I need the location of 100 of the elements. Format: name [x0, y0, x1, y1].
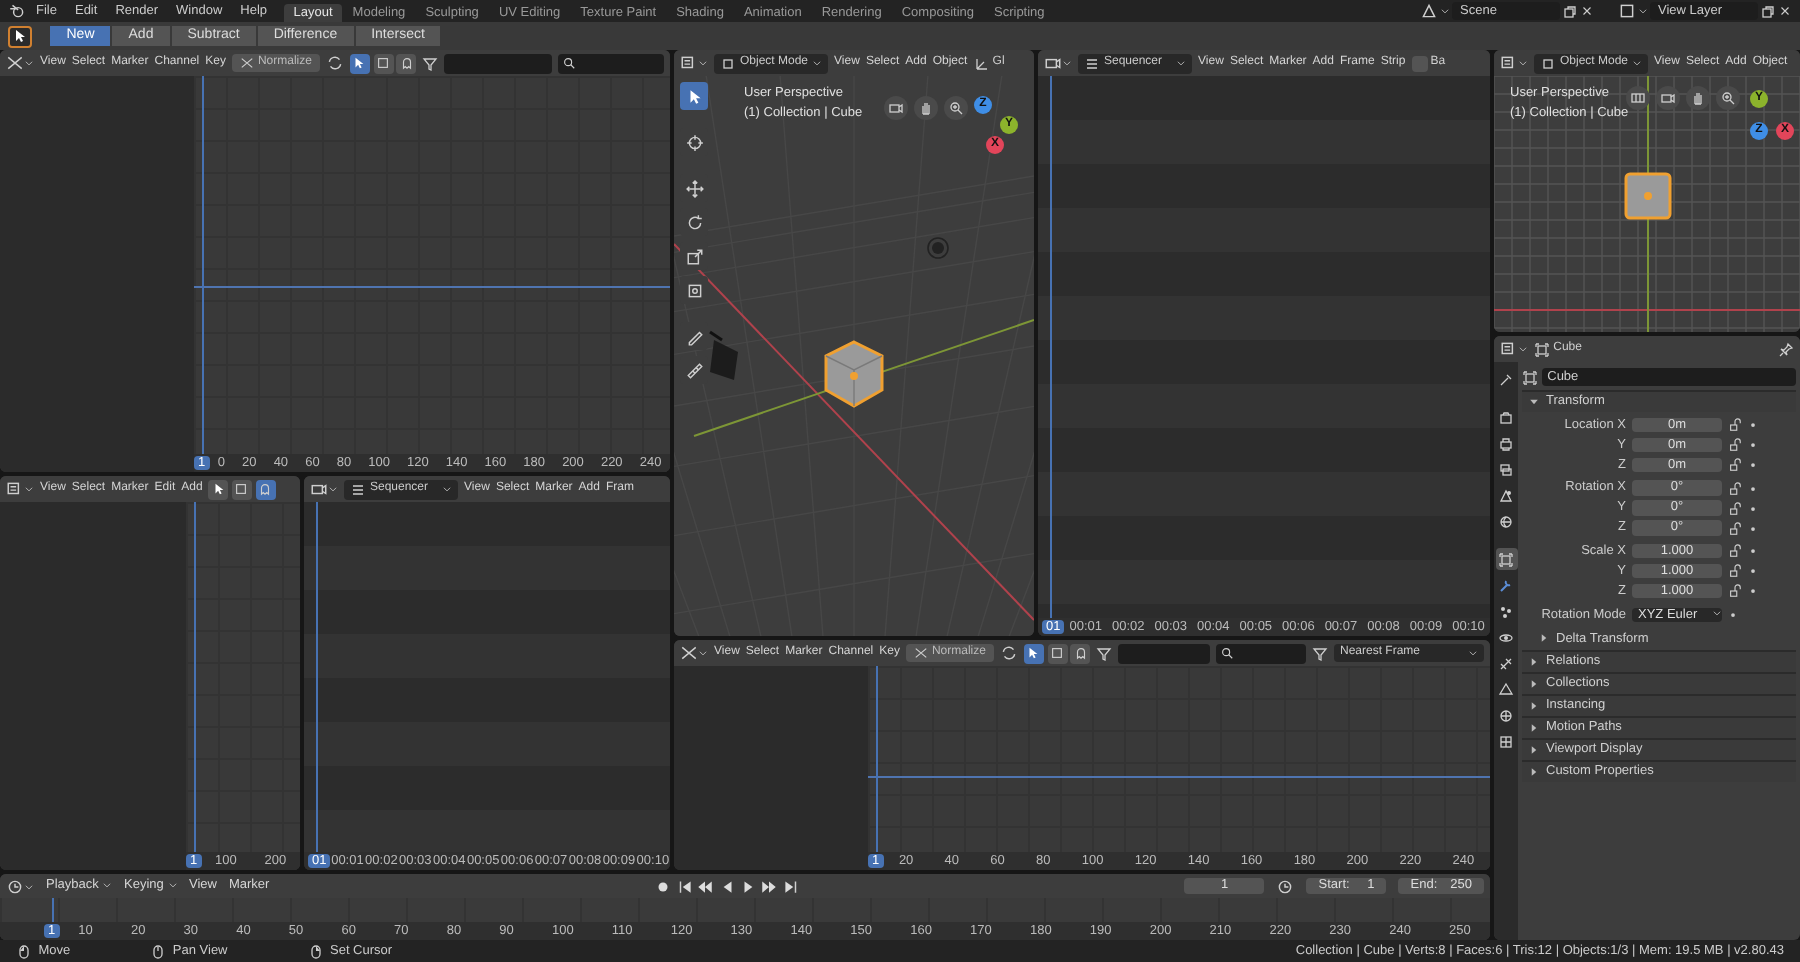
- pin-icon[interactable]: [1778, 341, 1794, 357]
- editor-type-button[interactable]: [680, 644, 708, 662]
- tool-button[interactable]: [680, 82, 708, 110]
- keyframe-dot-icon[interactable]: [1748, 439, 1758, 450]
- search-field[interactable]: [557, 53, 664, 73]
- lock-icon[interactable]: [1728, 457, 1742, 472]
- search-icon: [1219, 646, 1234, 660]
- keyframe-dot-icon[interactable]: [1748, 419, 1758, 430]
- close-icon[interactable]: [1580, 4, 1594, 18]
- lock-icon[interactable]: [1728, 481, 1742, 496]
- transform-icon: [685, 281, 703, 299]
- new-view-layer-icon[interactable]: [1760, 3, 1776, 19]
- scene-icon[interactable]: [1420, 2, 1438, 20]
- keyframe-dot-icon[interactable]: [1748, 546, 1758, 557]
- caret-icon: [167, 880, 177, 891]
- editor-type-button[interactable]: [1500, 340, 1528, 358]
- grid-icon: [1630, 90, 1646, 106]
- app-logo-icon[interactable]: [8, 2, 26, 20]
- editor-editor-icon: [1500, 54, 1518, 72]
- visible-icon: [234, 482, 249, 496]
- filter-icon[interactable]: [1096, 645, 1113, 661]
- filter-toggle[interactable]: [373, 53, 394, 73]
- editor-type-button[interactable]: [6, 54, 34, 72]
- keyframe-dot-icon[interactable]: [1728, 609, 1738, 620]
- close-icon[interactable]: [1778, 4, 1792, 18]
- cube-drawing[interactable]: [824, 340, 884, 408]
- lock-icon[interactable]: [1728, 584, 1742, 599]
- properties-tab[interactable]: [1495, 704, 1517, 726]
- filter-toggle[interactable]: [1070, 643, 1091, 663]
- filter-toggle[interactable]: [208, 479, 229, 499]
- caret-icon[interactable]: [1440, 6, 1450, 16]
- filter-icon[interactable]: [422, 55, 439, 71]
- filter-toggle[interactable]: [255, 479, 276, 499]
- keyframe-dot-icon[interactable]: [1748, 566, 1758, 577]
- properties-tab[interactable]: [1495, 406, 1517, 428]
- keyframe-dot-icon[interactable]: [1748, 503, 1758, 514]
- view-layer-icon[interactable]: [1618, 2, 1636, 20]
- properties-tab[interactable]: [1495, 678, 1517, 700]
- lock-icon[interactable]: [1728, 501, 1742, 516]
- editor-type-button[interactable]: [6, 877, 34, 895]
- camera-view-button[interactable]: [884, 96, 908, 120]
- hand-view-button[interactable]: [914, 96, 938, 120]
- keyframe-dot-icon[interactable]: [1748, 459, 1758, 470]
- keyframe-dot-icon[interactable]: [1748, 483, 1758, 494]
- filter-field[interactable]: [1118, 643, 1210, 663]
- editor-type-button[interactable]: [310, 480, 338, 498]
- filter-icon[interactable]: [1311, 645, 1328, 661]
- lock-icon[interactable]: [1728, 437, 1742, 452]
- filter-toggle[interactable]: [396, 53, 417, 73]
- properties-tab[interactable]: [1495, 458, 1517, 480]
- sync-icon[interactable]: [325, 54, 344, 72]
- hand-icon: [918, 100, 934, 116]
- clock-icon[interactable]: [1276, 877, 1295, 895]
- zoom-view-button[interactable]: [944, 96, 968, 120]
- zoom-view-button[interactable]: [1716, 86, 1740, 110]
- lock-icon[interactable]: [1728, 544, 1742, 559]
- orientation-icon: [973, 55, 990, 71]
- tool-button[interactable]: [680, 276, 708, 304]
- new-scene-icon[interactable]: [1562, 3, 1578, 19]
- jump-end-icon[interactable]: [781, 877, 800, 895]
- mouse-middle-icon: [150, 943, 167, 959]
- keyframe-dot-icon[interactable]: [1748, 523, 1758, 534]
- cube-drawing[interactable]: [1624, 172, 1672, 220]
- filter-toggle[interactable]: [1047, 643, 1068, 663]
- lock-icon[interactable]: [1728, 564, 1742, 579]
- hand-view-button[interactable]: [1686, 86, 1710, 110]
- record-icon[interactable]: [654, 877, 673, 895]
- properties-tab[interactable]: [1495, 432, 1517, 454]
- filter-toggle[interactable]: [1023, 643, 1044, 663]
- filter-toggle[interactable]: [231, 479, 252, 499]
- properties-tab[interactable]: [1495, 730, 1517, 752]
- filter-toggle[interactable]: [349, 53, 370, 73]
- lock-icon[interactable]: [1728, 521, 1742, 536]
- editor-type-button[interactable]: [1044, 54, 1072, 72]
- caret-icon[interactable]: [1638, 6, 1648, 16]
- object-data-icon[interactable]: [1522, 369, 1538, 386]
- properties-tab[interactable]: [1495, 510, 1517, 532]
- filter-field[interactable]: [444, 53, 552, 73]
- object-icon: [1534, 341, 1550, 357]
- material-icon: [1498, 707, 1514, 723]
- lock-icon[interactable]: [1728, 417, 1742, 432]
- editor-type-button[interactable]: [680, 54, 708, 72]
- camera-view-button[interactable]: [1656, 86, 1680, 110]
- object-mode-icon: [720, 55, 736, 71]
- sync-icon[interactable]: [999, 644, 1018, 662]
- jump-start-icon[interactable]: [675, 877, 694, 895]
- caret-icon: [698, 648, 708, 658]
- editor-type-button[interactable]: [6, 480, 34, 498]
- search-field[interactable]: [1215, 643, 1306, 663]
- mouse-right-icon: [307, 943, 324, 959]
- active-tool-button[interactable]: [8, 25, 32, 47]
- output-icon: [1498, 435, 1514, 451]
- caret-icon: [24, 881, 34, 891]
- grid-view-button[interactable]: [1626, 86, 1650, 110]
- caret-icon: [698, 58, 708, 68]
- editor-type-button[interactable]: [1500, 54, 1528, 72]
- scale-icon: [685, 247, 703, 265]
- properties-tab[interactable]: [1495, 548, 1517, 570]
- editor-editor-icon: [680, 54, 698, 72]
- keyframe-dot-icon[interactable]: [1748, 586, 1758, 597]
